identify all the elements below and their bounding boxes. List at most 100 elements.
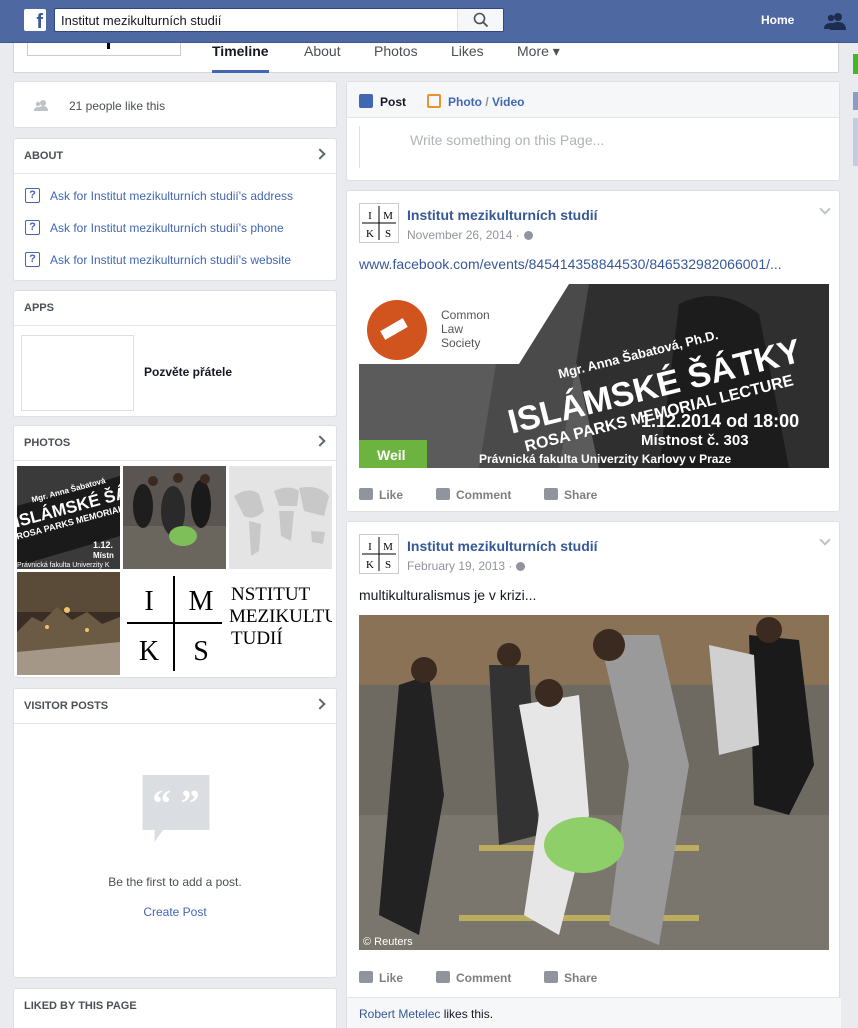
photo-thumbnail[interactable]: NSTITUT MEZIKULTU TUDIÍ <box>229 572 332 675</box>
sidebar-edge <box>853 92 858 110</box>
globe-icon <box>516 562 526 571</box>
tab-more[interactable]: More ▾ <box>517 43 560 73</box>
comment-button[interactable]: Comment <box>436 487 511 503</box>
search-input[interactable] <box>55 9 458 31</box>
ask-website-link[interactable]: ? Ask for Institut mezikulturních studií'… <box>25 252 291 268</box>
search-button[interactable] <box>457 9 503 31</box>
about-heading[interactable]: ABOUT <box>14 139 336 174</box>
imks-letter-s: S <box>385 228 391 240</box>
share-button[interactable]: Share <box>544 970 597 986</box>
tile1-date: 1.12. <box>93 540 113 550</box>
post-timestamp[interactable]: February 19, 2013 · <box>407 559 526 573</box>
tile1-room: Místn <box>93 551 114 560</box>
post-text: multikulturalismus je v krizi... <box>359 587 537 603</box>
photo-icon <box>427 94 441 108</box>
imks-letter-m: M <box>189 586 214 617</box>
ask-address-link[interactable]: ? Ask for Institut mezikulturních studií'… <box>25 188 293 204</box>
likes-count[interactable]: 21 people like this <box>69 99 165 113</box>
imks-letter-i: I <box>368 210 372 222</box>
pencil-icon <box>359 94 373 108</box>
apps-card: APPS Pozvěte přátele <box>13 290 337 417</box>
svg-text:“ ”: “ ” <box>152 783 199 825</box>
visitor-posts-heading-label: VISITOR POSTS <box>24 700 109 712</box>
visitor-posts-heading[interactable]: VISITOR POSTS <box>14 689 336 724</box>
photos-heading[interactable]: PHOTOS <box>14 426 336 461</box>
image-logo-line3: Society <box>441 336 480 350</box>
share-button[interactable]: Share <box>544 487 597 503</box>
post-author[interactable]: Institut mezikulturních studií <box>407 538 598 554</box>
post-card: I M K S Institut mezikulturních studií N… <box>346 190 840 512</box>
apps-heading-label: APPS <box>24 302 54 314</box>
chevron-down-icon[interactable] <box>819 203 831 215</box>
app-thumbnail[interactable] <box>21 335 134 411</box>
composer-photo-video-tab[interactable]: Photo / Video <box>448 95 524 109</box>
home-link[interactable]: Home <box>761 13 794 27</box>
imks-letter-k: K <box>366 228 374 240</box>
image-room: Místnost č. 303 <box>641 432 749 449</box>
comment-icon <box>436 971 450 983</box>
composer-card: Post Photo / Video Write something on th… <box>346 81 840 181</box>
ask-phone-label: Ask for Institut mezikulturních studií's… <box>50 221 284 235</box>
comment-button[interactable]: Comment <box>436 970 511 986</box>
image-logo-line1: Common <box>441 308 490 322</box>
likes-summary-text: Robert Metelec likes this. <box>359 1007 493 1021</box>
share-icon <box>544 971 558 983</box>
post-timestamp[interactable]: November 26, 2014 · <box>407 228 533 242</box>
image-sponsor: Weil <box>377 447 406 463</box>
chevron-down-icon[interactable] <box>819 534 831 546</box>
photo-thumbnail[interactable] <box>229 466 332 569</box>
photo-thumbnail[interactable] <box>123 466 226 569</box>
profile-picture[interactable] <box>27 43 181 56</box>
ask-phone-link[interactable]: ? Ask for Institut mezikulturních studií'… <box>25 220 284 236</box>
chevron-right-icon[interactable] <box>314 435 326 447</box>
ask-website-label: Ask for Institut mezikulturních studií's… <box>50 253 292 267</box>
imks-letter-s: S <box>385 559 391 571</box>
liker-name[interactable]: Robert Metelec <box>359 1007 440 1021</box>
post-link[interactable]: www.facebook.com/events/845414358844530/… <box>359 256 782 272</box>
like-label: Like <box>379 488 404 502</box>
chevron-right-icon[interactable] <box>314 148 326 160</box>
top-bar: f Home <box>0 0 858 43</box>
imks-letter-k: K <box>366 559 374 571</box>
imks-letter-m: M <box>383 210 393 222</box>
comment-label: Comment <box>456 971 512 985</box>
photos-heading-label: PHOTOS <box>24 437 71 449</box>
app-invite-friends[interactable]: Pozvěte přátele <box>144 365 232 379</box>
photo-thumbnail[interactable]: I M K S <box>123 572 226 675</box>
post-date-label: November 26, 2014 <box>407 228 513 242</box>
create-post-link[interactable]: Create Post <box>14 905 336 919</box>
like-button[interactable]: Like <box>359 970 403 986</box>
apps-heading: APPS <box>14 291 336 326</box>
ask-address-label: Ask for Institut mezikulturních studií's… <box>50 189 294 203</box>
tab-likes[interactable]: Likes <box>451 43 484 73</box>
post-image[interactable]: © Reuters <box>359 615 829 950</box>
sidebar-edge <box>853 118 858 166</box>
tab-about[interactable]: About <box>304 43 341 73</box>
likes-suffix: likes this. <box>440 1007 494 1021</box>
photo-thumbnail[interactable] <box>17 572 120 675</box>
chevron-right-icon[interactable] <box>314 698 326 710</box>
tab-timeline[interactable]: Timeline <box>212 43 269 73</box>
tile1-venue: Právnická fakulta Univerzity K <box>17 562 110 569</box>
facebook-logo-icon[interactable]: f <box>24 9 46 31</box>
composer-input[interactable]: Write something on this Page... <box>410 132 604 148</box>
post-image[interactable]: Common Law Society Mgr. Anna Šabatová, P… <box>359 284 829 468</box>
photo-thumbnail[interactable]: Mgr. Anna Šabatová ISLÁMSKÉ ŠÁ ROSA PARK… <box>17 466 120 569</box>
people-icon <box>34 100 48 111</box>
likes-card: 21 people like this <box>13 81 337 128</box>
liked-by-heading-label: LIKED BY THIS PAGE <box>24 1000 137 1012</box>
visitor-empty-message: Be the first to add a post. <box>108 875 242 889</box>
chat-status-indicator <box>853 54 858 74</box>
composer-post-tab[interactable]: Post <box>380 95 406 109</box>
page-avatar[interactable]: I M K S <box>359 534 399 574</box>
image-datetime: 1.12.2014 od 18:00 <box>641 411 799 431</box>
liked-by-card: LIKED BY THIS PAGE <box>13 988 337 1028</box>
post-author[interactable]: Institut mezikulturních studií <box>407 207 598 223</box>
friend-requests-icon[interactable] <box>824 11 846 31</box>
page-avatar[interactable]: I M K S <box>359 203 399 243</box>
like-button[interactable]: Like <box>359 487 403 503</box>
imks-letter-i: I <box>368 541 372 553</box>
composer-photo-label: Photo <box>448 95 482 109</box>
imks-letter-i: I <box>144 586 153 617</box>
tab-photos[interactable]: Photos <box>374 43 418 73</box>
